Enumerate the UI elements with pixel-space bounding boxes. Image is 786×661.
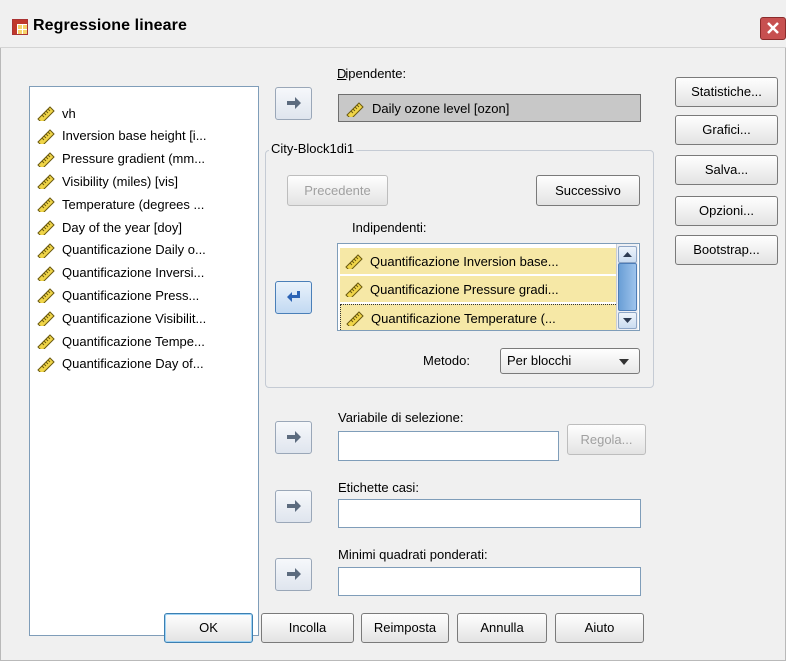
method-label: Metodo: — [423, 353, 470, 368]
scale-variable-icon — [36, 265, 56, 284]
scale-variable-icon — [36, 333, 56, 352]
independent-item-label: Quantificazione Pressure gradi... — [370, 281, 559, 297]
dropdown-arrow-icon — [619, 359, 629, 365]
list-item-label: Pressure gradient (mm... — [62, 151, 206, 167]
next-block-button[interactable]: Successivo — [536, 175, 640, 206]
scroll-up-button[interactable] — [618, 246, 637, 263]
scale-variable-icon — [36, 151, 56, 170]
list-item-label: Inversion base height [i... — [62, 128, 207, 144]
list-item-label: Quantificazione Tempe... — [62, 333, 205, 349]
app-grid-icon — [12, 19, 28, 35]
scale-variable-icon — [344, 253, 364, 272]
arrow-right-icon — [286, 568, 301, 580]
paste-button[interactable]: Incolla — [261, 613, 354, 643]
list-item[interactable]: Quantificazione Tempe... — [36, 330, 205, 352]
move-to-dependent-button[interactable] — [275, 87, 312, 120]
case-labels-label: Etichette casi: — [338, 480, 419, 495]
triangle-down-icon — [623, 318, 632, 323]
scale-variable-icon — [36, 173, 56, 193]
independents-label: Indipendenti: — [352, 220, 427, 235]
case-labels-field[interactable] — [338, 499, 641, 528]
independent-item-label: Quantificazione Temperature (... — [371, 310, 556, 326]
list-item-label: Visibility (miles) [vis] — [62, 173, 179, 189]
move-to-selection-button[interactable] — [275, 421, 312, 454]
options-button[interactable]: Opzioni... — [675, 196, 778, 226]
plots-button[interactable]: Grafici... — [675, 115, 778, 145]
list-item[interactable]: Quantificazione Visibilit... — [36, 307, 206, 329]
window-title: Regressione lineare — [33, 17, 187, 34]
independents-list[interactable]: Quantificazione Inversion base... Quantif… — [337, 243, 640, 331]
scale-variable-icon — [36, 356, 56, 375]
move-to-independents-button[interactable] — [275, 281, 312, 314]
list-item[interactable]: Pressure gradient (mm... — [36, 148, 205, 170]
move-to-wls-button[interactable] — [275, 558, 312, 591]
list-item-label: Quantificazione Daily o... — [62, 242, 206, 258]
scale-variable-icon — [36, 287, 56, 307]
wls-label: Minimi quadrati ponderati: — [338, 547, 488, 562]
list-item[interactable]: Day of the year [doy] — [36, 216, 182, 238]
scale-variable-icon — [36, 310, 56, 329]
bootstrap-button[interactable]: Bootstrap... — [675, 235, 778, 265]
scale-variable-icon — [345, 310, 365, 329]
list-item[interactable]: Quantificazione Day of... — [36, 353, 204, 375]
reset-button[interactable]: Reimposta — [361, 613, 449, 643]
arrow-right-icon — [286, 431, 301, 443]
close-button[interactable] — [760, 17, 786, 40]
list-item-label: Quantificazione Inversi... — [62, 265, 205, 281]
wls-field[interactable] — [338, 567, 641, 596]
list-item-label: Quantificazione Visibilit... — [62, 310, 207, 326]
list-item-label: Temperature (degrees ... — [62, 196, 205, 212]
method-select[interactable]: Per blocchi — [500, 348, 640, 374]
block-group-label: City-Block1di1 — [269, 141, 357, 156]
scroll-down-button[interactable] — [618, 312, 637, 329]
scale-variable-icon — [345, 101, 365, 120]
scale-variable-icon — [36, 105, 56, 124]
arrow-right-icon — [286, 97, 301, 109]
scale-variable-icon — [36, 128, 56, 147]
list-item-label: Quantificazione Day of... — [62, 356, 204, 372]
list-item[interactable]: Quantificazione Press... — [36, 284, 200, 307]
dependent-field[interactable]: Daily ozone level [ozon] — [338, 94, 641, 122]
selection-variable-field[interactable] — [338, 431, 559, 461]
scale-variable-icon — [344, 281, 364, 300]
arrow-right-icon — [286, 500, 301, 512]
scroll-thumb[interactable] — [618, 263, 637, 311]
independent-item[interactable]: Quantificazione Pressure gradi... — [340, 276, 616, 302]
list-item[interactable]: vh — [36, 102, 76, 124]
ok-button[interactable]: OK — [164, 613, 253, 643]
scale-variable-icon — [36, 219, 56, 238]
list-item-label: vh — [62, 105, 76, 121]
cancel-button[interactable]: Annulla — [457, 613, 547, 643]
dependent-value: Daily ozone level [ozon] — [372, 101, 510, 116]
scale-variable-icon — [36, 242, 56, 261]
variable-list[interactable]: vh Inversion base height [i... Pressure gr… — [29, 86, 259, 636]
selection-variable-label: Variabile di selezione: — [338, 410, 464, 425]
dependent-label: Dipendente: — [337, 66, 407, 81]
arrow-left-return-icon — [286, 291, 300, 302]
move-to-case-labels-button[interactable] — [275, 490, 312, 523]
independent-item-label: Quantificazione Inversion base... — [370, 253, 559, 269]
list-item-label: Quantificazione Press... — [62, 287, 200, 303]
list-item[interactable]: Temperature (degrees ... — [36, 193, 204, 215]
list-item[interactable]: Quantificazione Daily o... — [36, 239, 206, 261]
list-item-label: Day of the year [doy] — [62, 219, 182, 235]
close-icon — [767, 22, 779, 34]
list-item[interactable]: Inversion base height [i... — [36, 125, 207, 147]
scale-variable-icon — [36, 196, 56, 215]
method-value: Per blocchi — [507, 353, 572, 368]
rule-button[interactable]: Regola... — [567, 424, 646, 455]
triangle-up-icon — [623, 252, 632, 257]
previous-block-button[interactable]: Precedente — [287, 175, 388, 206]
help-button[interactable]: Aiuto — [555, 613, 644, 643]
save-button[interactable]: Salva... — [675, 155, 778, 185]
list-item[interactable]: Quantificazione Inversi... — [36, 262, 204, 284]
independent-item[interactable]: Quantificazione Inversion base... — [340, 248, 616, 274]
statistics-button[interactable]: Statistiche... — [675, 77, 778, 107]
independent-item[interactable]: Quantificazione Temperature (... — [340, 304, 618, 330]
list-item[interactable]: Visibility (miles) [vis] — [36, 170, 179, 193]
